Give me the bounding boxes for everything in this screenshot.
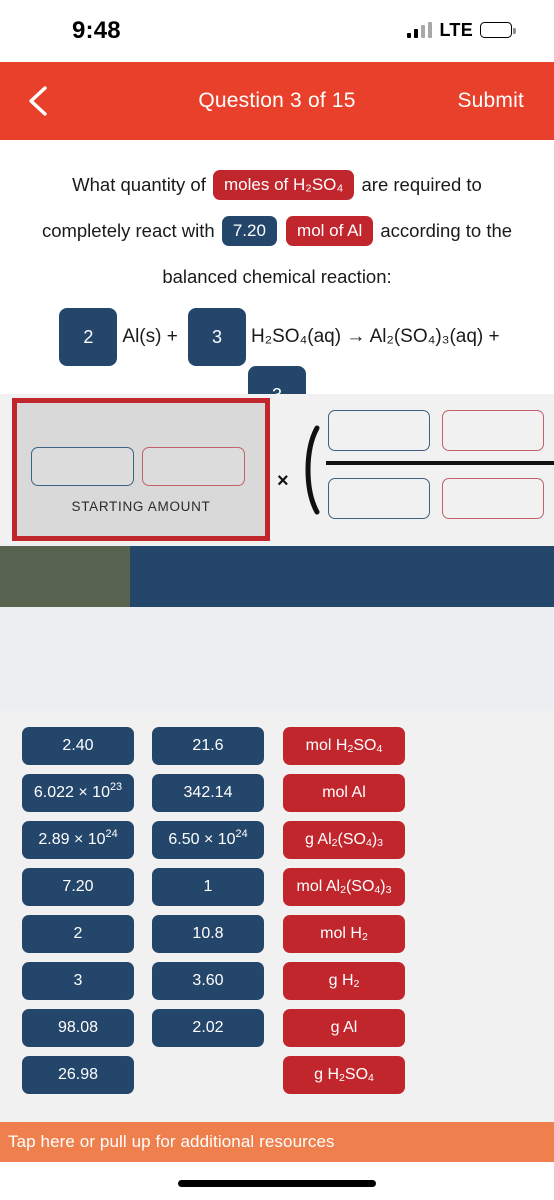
number-tile[interactable]: 21.6 (152, 727, 264, 765)
app-screen: 9:48 LTE Question 3 of 15 Submit What qu… (0, 0, 554, 1200)
unit-tile[interactable]: mol H2 (283, 915, 405, 953)
unit-tile[interactable]: mol H 2 SO 4 (283, 727, 405, 765)
numerator-unit-slot[interactable] (442, 410, 544, 451)
battery-low-icon (480, 22, 516, 38)
number-tile[interactable]: 2.89 × 10 24 (22, 821, 134, 859)
number-tile[interactable]: 2 (22, 915, 134, 953)
number-tile[interactable]: 10.8 (152, 915, 264, 953)
equation-species-1: Al(s) + (122, 326, 178, 347)
number-tile[interactable]: 2.02 (152, 1009, 264, 1047)
denominator-unit-slot[interactable] (442, 478, 544, 519)
given-unit-pill: mol of Al (286, 216, 374, 246)
denominator-value-slot[interactable] (328, 478, 430, 519)
starting-amount-slots (31, 447, 245, 486)
question-text-part2: are required to (361, 174, 482, 195)
status-bar: 9:48 LTE (0, 0, 554, 62)
equation-coefficient-2: 3 (187, 308, 246, 366)
progress-band (0, 546, 554, 607)
starting-amount-box[interactable]: STARTING AMOUNT (12, 398, 270, 541)
conversion-factor (300, 410, 554, 530)
unit-tile[interactable]: mol Al (283, 774, 405, 812)
number-tile[interactable]: 98.08 (22, 1009, 134, 1047)
number-tile[interactable]: 342.14 (152, 774, 264, 812)
answer-tile-panel: 2.40 6.022 × 10 23 2.89 × 10 24 7.20 2 3 98.08 26… (0, 711, 554, 1129)
unit-tile[interactable]: g Al (283, 1009, 405, 1047)
number-tile[interactable]: 6.50 × 10 24 (152, 821, 264, 859)
number-tile[interactable]: 7.20 (22, 868, 134, 906)
work-toolbar: ADD FACTOR × ANSWER = RESET (0, 607, 554, 711)
starting-unit-slot[interactable] (142, 447, 245, 486)
number-tile[interactable]: 6.022 × 10 23 (22, 774, 134, 812)
equation-coefficient-1: 2 (59, 308, 118, 366)
unit-tile[interactable]: g Al 2 (SO 4) 3 (283, 821, 405, 859)
question-text-part4: according to the (380, 220, 513, 241)
question-text-part1: What quantity of (72, 174, 206, 195)
number-tile[interactable]: 3 (22, 962, 134, 1000)
additional-resources-bar[interactable]: Tap here or pull up for additional resou… (0, 1122, 554, 1162)
network-type-label: LTE (439, 19, 473, 40)
status-indicators: LTE (406, 18, 516, 42)
unit-tile[interactable]: g H 2 SO 4 (283, 1056, 405, 1094)
multiply-symbol: × (277, 470, 289, 492)
progress-segment-navy (130, 546, 554, 607)
home-indicator (178, 1180, 376, 1187)
submit-button[interactable]: Submit (457, 89, 524, 113)
number-tile[interactable]: 2.40 (22, 727, 134, 765)
target-unit-pill: moles of H₂SO₄ (213, 170, 355, 200)
nav-bar: Question 3 of 15 Submit (0, 62, 554, 140)
fraction-bar (326, 461, 554, 465)
additional-resources-label: Tap here or pull up for additional resou… (8, 1132, 335, 1151)
signal-bars-icon (406, 22, 433, 38)
unit-tile[interactable]: g H2 (283, 962, 405, 1000)
number-tile[interactable]: 26.98 (22, 1056, 134, 1094)
unit-tile[interactable]: mol Al 2 (SO 4) 3 (283, 868, 405, 906)
given-value-pill: 7.20 (221, 216, 277, 246)
number-tile[interactable]: 3.60 (152, 962, 264, 1000)
progress-segment-olive (0, 546, 130, 607)
numerator-value-slot[interactable] (328, 410, 430, 451)
starting-value-slot[interactable] (31, 447, 134, 486)
left-parenthesis-icon (305, 425, 320, 515)
status-time: 9:48 (72, 17, 121, 44)
work-area: STARTING AMOUNT × (0, 394, 554, 546)
starting-amount-label: STARTING AMOUNT (71, 499, 211, 514)
number-tile[interactable]: 1 (152, 868, 264, 906)
equation-species-2: H₂SO₄(aq) → Al₂(SO₄)₃(aq) + (250, 326, 500, 347)
question-text-part5: balanced chemical reaction: (162, 266, 392, 287)
question-text-part3: completely react with (41, 220, 215, 241)
